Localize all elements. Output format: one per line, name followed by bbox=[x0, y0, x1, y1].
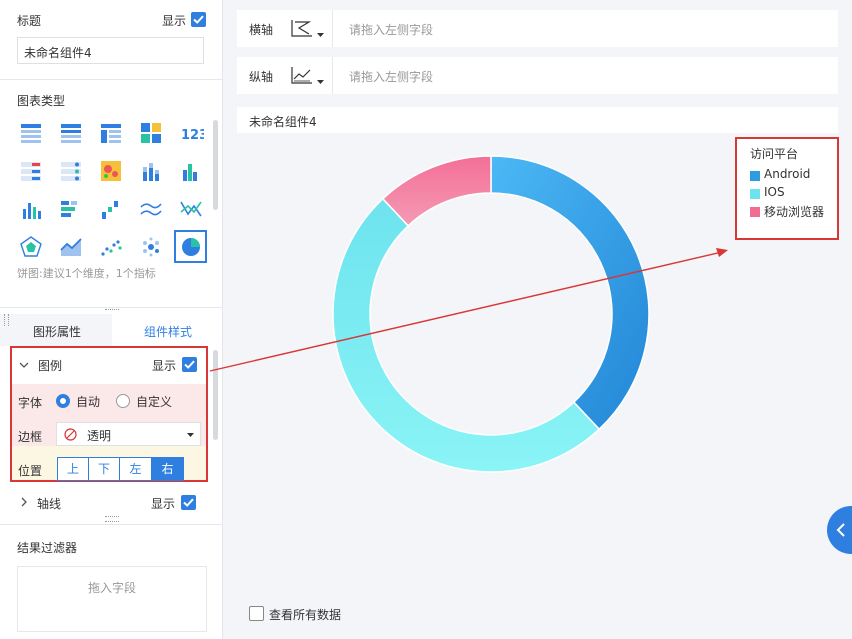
annotation-arrow bbox=[209, 248, 728, 372]
view-all-data-label: 查看所有数据 bbox=[269, 608, 342, 622]
chevron-left-icon bbox=[836, 523, 845, 537]
view-all-data-checkbox[interactable] bbox=[249, 606, 264, 621]
